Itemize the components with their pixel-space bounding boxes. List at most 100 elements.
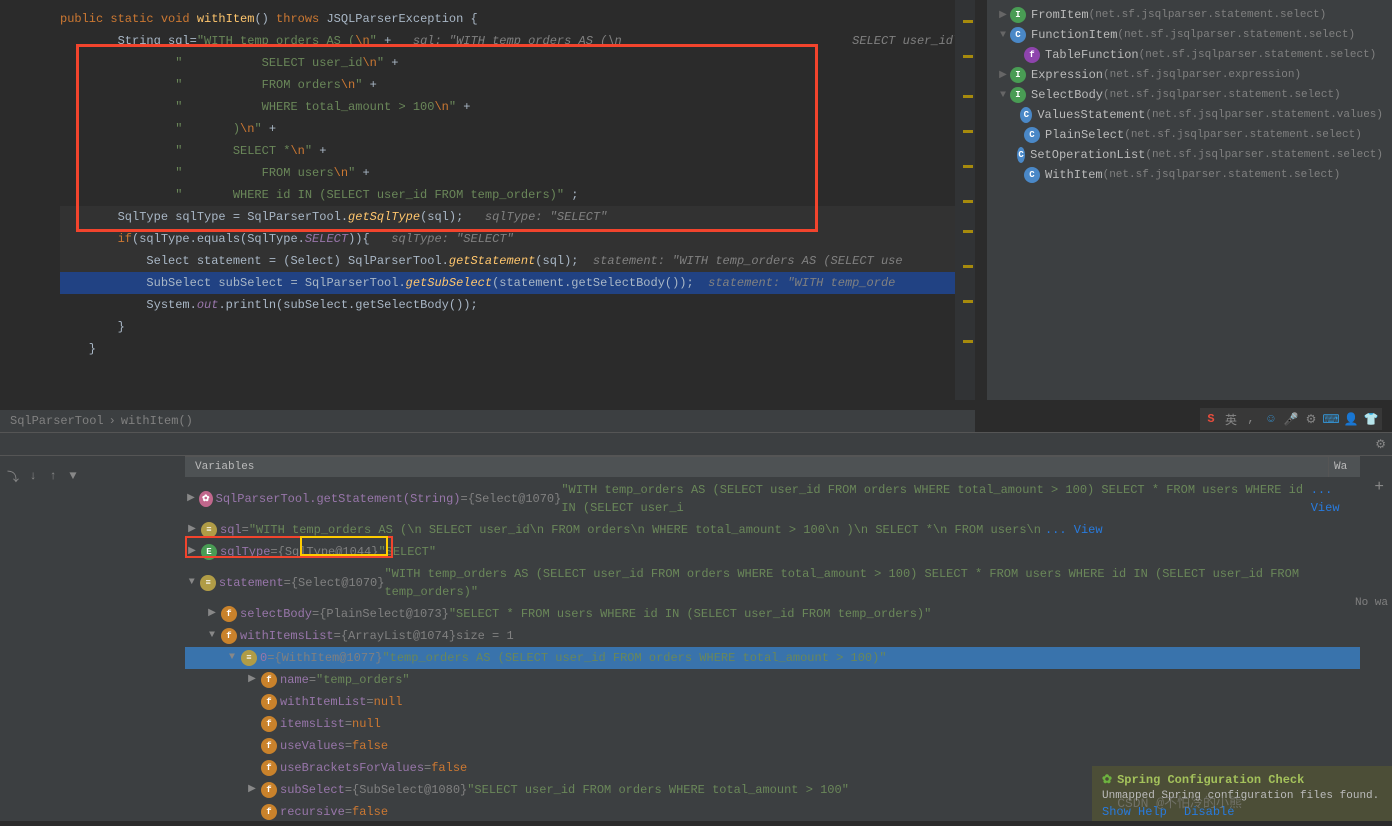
breadcrumb-item[interactable]: SqlParserTool <box>10 414 104 428</box>
sogou-icon[interactable]: S <box>1203 411 1219 427</box>
variable-row[interactable]: ▼≡statement = {Select@1070} "WITH temp_o… <box>185 563 1360 603</box>
static-method: getSqlType <box>348 210 420 224</box>
user-icon[interactable]: 👤 <box>1343 411 1359 427</box>
variable-row[interactable]: ▶fname = "temp_orders" <box>185 669 1360 691</box>
code-text: (sql); <box>420 210 463 224</box>
spring-icon: ✿ <box>1102 772 1112 787</box>
var-equals: = <box>267 649 274 667</box>
var-value: "temp_orders" <box>316 671 410 689</box>
minimap-marker <box>963 20 973 23</box>
exception-type: JSQLParserException <box>326 12 470 26</box>
var-name: sql <box>220 521 242 539</box>
code-text: Select statement = (Select) SqlParserToo… <box>60 254 449 268</box>
structure-tree-item[interactable]: ▼CFunctionItem (net.sf.jsqlparser.statem… <box>992 25 1387 45</box>
expand-arrow-icon[interactable]: ▼ <box>225 649 239 667</box>
settings-icon[interactable]: ⚙ <box>1303 411 1319 427</box>
tree-arrow-icon[interactable] <box>1010 108 1020 122</box>
tree-label: Expression <box>1031 68 1103 82</box>
expand-arrow-icon[interactable]: ▶ <box>185 521 199 539</box>
watermark-text: CSDN @不怕冷的小熊 <box>1117 792 1242 811</box>
filter-icon[interactable]: ▼ <box>65 468 81 484</box>
operator: + <box>362 166 369 180</box>
variable-row[interactable]: ▼fwithItemsList = {ArrayList@1074} size … <box>185 625 1360 647</box>
tree-arrow-icon[interactable]: ▼ <box>996 88 1010 102</box>
escape-char: \n <box>434 100 448 114</box>
tree-arrow-icon[interactable] <box>1010 168 1024 182</box>
gear-icon[interactable]: ⚙ <box>1375 437 1386 452</box>
variable-type-icon: f <box>221 628 237 644</box>
expand-arrow-icon[interactable]: ▼ <box>205 627 219 645</box>
structure-tree-item[interactable]: ▶IFromItem (net.sf.jsqlparser.statement.… <box>992 5 1387 25</box>
var-equals: = <box>334 627 341 645</box>
structure-tree-item[interactable]: CWithItem (net.sf.jsqlparser.statement.s… <box>992 165 1387 185</box>
variable-row[interactable]: ▶✿SqlParserTool.getStatement(String) = {… <box>185 479 1360 519</box>
expand-arrow-icon[interactable]: ▶ <box>245 671 259 689</box>
breadcrumb-separator: › <box>109 414 116 428</box>
var-value: null <box>352 715 381 733</box>
expand-arrow-icon[interactable]: ▼ <box>185 574 198 592</box>
breadcrumb-item[interactable]: withItem() <box>121 414 193 428</box>
code-editor[interactable]: public static void withItem() throws JSQ… <box>0 0 975 400</box>
minimap-marker <box>963 230 973 233</box>
structure-tree-item[interactable]: fTableFunction (net.sf.jsqlparser.statem… <box>992 45 1387 65</box>
tree-label: PlainSelect <box>1045 128 1124 142</box>
structure-panel: ▶IFromItem (net.sf.jsqlparser.statement.… <box>987 0 1392 400</box>
tree-package: (net.sf.jsqlparser.statement.select) <box>1117 29 1355 41</box>
language-indicator[interactable]: 英 <box>1223 411 1239 427</box>
variable-type-icon: ≡ <box>241 650 257 666</box>
expand-arrow-icon[interactable]: ▶ <box>205 605 219 623</box>
view-link[interactable]: ... View <box>1311 481 1360 517</box>
variable-row[interactable]: fuseValues = false <box>185 735 1360 757</box>
variable-row[interactable]: ▶EsqlType = {SqlType@1044} "SELECT" <box>185 541 1360 563</box>
var-value: "WITH temp_orders AS (\n SELECT user_id\… <box>249 521 1041 539</box>
minimap-marker <box>963 265 973 268</box>
tree-package: (net.sf.jsqlparser.statement.select) <box>1145 149 1383 161</box>
tree-label: FromItem <box>1031 8 1089 22</box>
var-value: false <box>352 803 388 821</box>
escape-char: \n <box>341 78 355 92</box>
tree-arrow-icon[interactable]: ▶ <box>996 68 1010 82</box>
variable-type-icon: f <box>261 760 277 776</box>
up-arrow-icon[interactable]: ↑ <box>45 468 61 484</box>
add-watch-icon[interactable]: + <box>1374 478 1384 496</box>
string-literal: " SELECT user_id <box>175 56 362 70</box>
structure-tree-item[interactable]: CSetOperationList (net.sf.jsqlparser.sta… <box>992 145 1387 165</box>
down-arrow-icon[interactable]: ↓ <box>25 468 41 484</box>
comma-icon[interactable]: , <box>1243 411 1259 427</box>
tree-arrow-icon[interactable] <box>1010 48 1024 62</box>
tree-arrow-icon[interactable]: ▶ <box>996 8 1010 22</box>
var-name: withItemList <box>280 693 366 711</box>
minimap-marker <box>963 95 973 98</box>
smile-icon[interactable]: ☺ <box>1263 411 1279 427</box>
expand-arrow-icon[interactable]: ▶ <box>185 490 197 508</box>
step-over-icon[interactable]: ⤵ <box>5 468 21 484</box>
ime-toolbar[interactable]: S 英 , ☺ 🎤 ⚙ ⌨ 👤 👕 <box>1200 408 1382 430</box>
minimap-marker <box>963 130 973 133</box>
editor-minimap[interactable] <box>955 0 975 400</box>
variables-header: Variables <box>185 456 1360 477</box>
tree-arrow-icon[interactable]: ▼ <box>996 28 1010 42</box>
static-method: getStatement <box>449 254 535 268</box>
tree-arrow-icon[interactable] <box>1010 148 1017 162</box>
expand-arrow-icon[interactable]: ▶ <box>245 781 259 799</box>
skin-icon[interactable]: 👕 <box>1363 411 1379 427</box>
expand-arrow-icon[interactable]: ▶ <box>185 543 199 561</box>
keyboard-icon[interactable]: ⌨ <box>1323 411 1339 427</box>
string-literal: " FROM orders <box>175 78 341 92</box>
view-link[interactable]: ... View <box>1045 521 1103 539</box>
variable-row[interactable]: ▶fselectBody = {PlainSelect@1073} "SELEC… <box>185 603 1360 625</box>
variable-row[interactable]: ▼≡0 = {WithItem@1077} "temp_orders AS (S… <box>185 647 1360 669</box>
var-equals: = <box>424 759 431 777</box>
variable-row[interactable]: fwithItemList = null <box>185 691 1360 713</box>
var-type: {SqlType@1044} <box>278 543 379 561</box>
tree-arrow-icon[interactable] <box>1010 128 1024 142</box>
variable-row[interactable]: fitemsList = null <box>185 713 1360 735</box>
mic-icon[interactable]: 🎤 <box>1283 411 1299 427</box>
code-text <box>60 78 175 92</box>
structure-tree-item[interactable]: CPlainSelect (net.sf.jsqlparser.statemen… <box>992 125 1387 145</box>
structure-tree-item[interactable]: CValuesStatement (net.sf.jsqlparser.stat… <box>992 105 1387 125</box>
structure-tree-item[interactable]: ▼ISelectBody (net.sf.jsqlparser.statemen… <box>992 85 1387 105</box>
structure-tree-item[interactable]: ▶IExpression (net.sf.jsqlparser.expressi… <box>992 65 1387 85</box>
string-literal: " <box>348 166 362 180</box>
variable-row[interactable]: ▶≡sql = "WITH temp_orders AS (\n SELECT … <box>185 519 1360 541</box>
